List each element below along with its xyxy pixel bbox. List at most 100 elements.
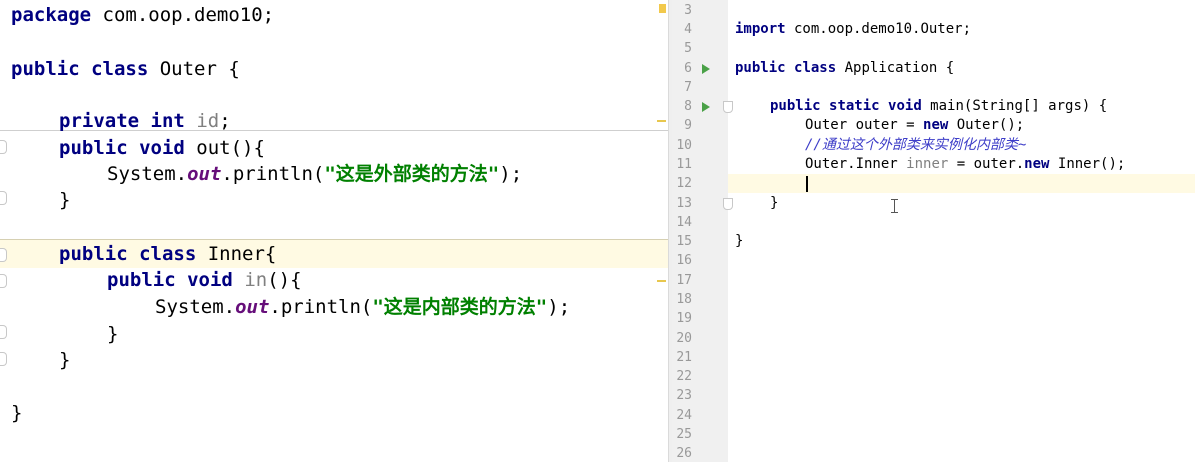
line-number: 10 (676, 138, 692, 153)
code-text: Inner{ (196, 243, 277, 265)
line-number: 14 (676, 215, 692, 230)
text-caret (806, 176, 808, 192)
static-field: out (235, 296, 270, 318)
code-line[interactable]: } (11, 400, 22, 426)
keyword: import (735, 21, 786, 37)
code-line[interactable]: System.out.println("这是外部类的方法"); (107, 161, 522, 187)
code-text: Inner(); (1049, 156, 1126, 172)
code-text: = outer. (948, 156, 1025, 172)
left-editor[interactable]: package com.oop.demo10; public class Out… (0, 0, 668, 462)
code-text: ); (547, 296, 571, 318)
keyword: int (150, 110, 185, 132)
code-text: com.oop.demo10; (91, 4, 275, 26)
field-name: id (196, 110, 220, 132)
keyword: class (139, 243, 197, 265)
code-text: .println( (221, 163, 325, 185)
line-number: 3 (684, 3, 692, 18)
error-stripe-marker[interactable] (657, 280, 666, 282)
line-number: 15 (676, 234, 692, 249)
line-number: 9 (684, 118, 692, 133)
line-number: 8 (684, 99, 692, 114)
keyword: void (187, 269, 233, 291)
keyword: static (829, 98, 880, 114)
line-number: 16 (676, 253, 692, 268)
code-text: main(String[] args) { (921, 98, 1108, 114)
code-line[interactable]: package com.oop.demo10; (11, 2, 274, 28)
code-line[interactable]: public class Inner{ (59, 241, 276, 267)
string-literal: "这是内部类的方法" (372, 296, 548, 318)
line-number: 22 (676, 369, 692, 384)
code-line[interactable]: Outer.Inner inner = outer.new Inner(); (805, 155, 1125, 174)
unused-variable: inner (906, 156, 949, 172)
keyword: new (1024, 156, 1050, 172)
code-text: Outer.Inner (805, 156, 907, 172)
fold-marker-icon[interactable] (723, 198, 733, 210)
error-stripe-marker[interactable] (657, 120, 666, 122)
fold-marker-icon[interactable] (0, 140, 7, 154)
code-text: (){ (267, 269, 302, 291)
line-number: 4 (684, 22, 692, 37)
fold-marker-icon[interactable] (723, 101, 733, 113)
code-line[interactable]: public class Outer { (11, 56, 240, 82)
line-number: 17 (676, 273, 692, 288)
line-number: 5 (684, 41, 692, 56)
code-line[interactable]: } (735, 232, 743, 251)
keyword: public (107, 269, 176, 291)
keyword: public (59, 137, 128, 159)
code-line[interactable]: } (107, 321, 118, 347)
method-name: in (244, 269, 268, 291)
line-number: 12 (676, 176, 692, 191)
fold-marker-icon[interactable] (0, 274, 7, 288)
keyword: public (735, 60, 786, 76)
code-text: } (770, 195, 779, 211)
line-number: 11 (676, 157, 692, 172)
code-line[interactable]: Outer outer = new Outer(); (805, 116, 1024, 135)
code-text: Outer { (148, 58, 240, 80)
line-number: 7 (684, 80, 692, 95)
keyword: void (139, 137, 185, 159)
keyword: new (923, 117, 949, 133)
line-number: 13 (676, 196, 692, 211)
line-number: 26 (676, 446, 692, 461)
code-line[interactable]: public static void main(String[] args) { (770, 97, 1107, 116)
code-line[interactable]: } (59, 347, 70, 373)
code-line[interactable]: public class Application { (735, 59, 954, 78)
code-line[interactable]: public void in(){ (107, 267, 302, 293)
keyword: void (888, 98, 922, 114)
keyword: public (59, 243, 128, 265)
right-editor[interactable]: 3 4 5 6 7 8 9 10 11 12 13 14 15 16 17 18… (672, 0, 1195, 462)
line-number: 6 (684, 61, 692, 76)
code-text: } (59, 189, 71, 211)
line-number: 19 (676, 311, 692, 326)
line-number-gutter[interactable]: 3 4 5 6 7 8 9 10 11 12 13 14 15 16 17 18… (672, 0, 733, 462)
code-line[interactable]: } (770, 194, 778, 213)
line-number: 25 (676, 427, 692, 442)
warning-stripe-marker[interactable] (659, 4, 666, 13)
fold-marker-icon[interactable] (0, 191, 7, 205)
code-text: Outer outer = (805, 117, 924, 133)
line-number: 18 (676, 292, 692, 307)
code-line[interactable]: } (59, 187, 70, 213)
line-number: 23 (676, 388, 692, 403)
line-number: 24 (676, 408, 692, 423)
code-line[interactable]: private int id; (59, 108, 231, 134)
code-line[interactable]: //通过这个外部类来实例化内部类~ (805, 136, 1026, 155)
current-line-highlight (728, 174, 1195, 193)
code-text: com.oop.demo10.Outer; (785, 21, 972, 37)
code-line[interactable]: import com.oop.demo10.Outer; (735, 20, 971, 39)
code-text: ; (219, 110, 231, 132)
code-text: Outer(); (948, 117, 1025, 133)
fold-marker-icon[interactable] (0, 325, 7, 339)
fold-marker-icon[interactable] (0, 352, 7, 366)
keyword: package (11, 4, 92, 26)
code-line[interactable]: public void out(){ (59, 135, 265, 161)
run-class-icon[interactable] (702, 64, 710, 74)
code-line[interactable]: System.out.println("这是内部类的方法"); (155, 294, 570, 320)
code-text: .println( (269, 296, 373, 318)
run-main-icon[interactable] (702, 102, 710, 112)
code-text: } (59, 349, 71, 371)
code-text: } (107, 323, 119, 345)
string-literal: "这是外部类的方法" (324, 163, 500, 185)
keyword: private (59, 110, 140, 132)
fold-marker-icon[interactable] (0, 248, 7, 262)
